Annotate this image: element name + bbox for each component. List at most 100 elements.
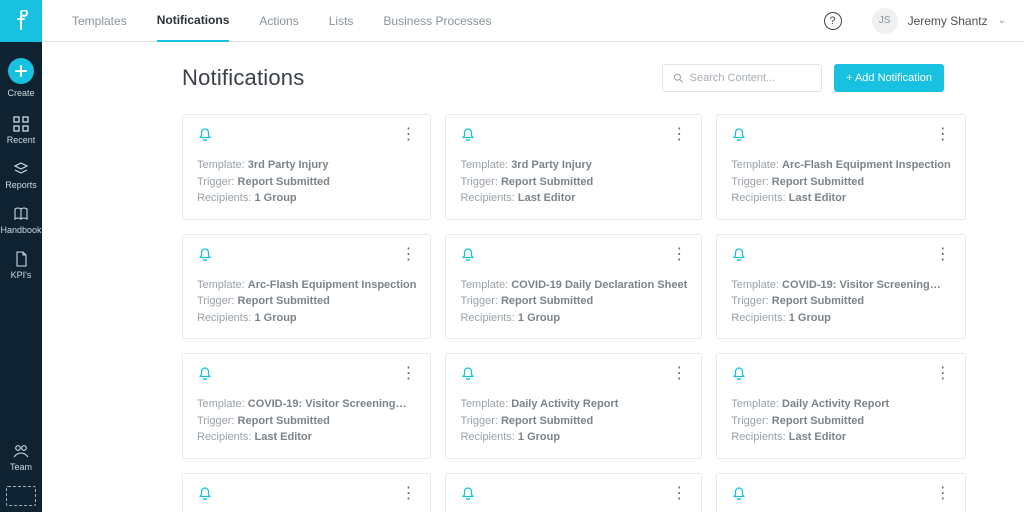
page-title: Notifications [182, 65, 304, 91]
label-trigger: Trigger: [731, 176, 772, 188]
bell-icon [731, 247, 747, 263]
notification-card[interactable]: ⋮Template: 3rd Party InjuryTrigger: Repo… [182, 114, 431, 220]
label-recipients: Recipients: [460, 312, 517, 324]
grid-icon [13, 116, 29, 132]
bell-icon [731, 486, 747, 502]
sidebar-item-recent[interactable]: Recent [7, 108, 36, 153]
label-trigger: Trigger: [460, 415, 501, 427]
bell-icon [197, 127, 213, 143]
sidebar-item-reports[interactable]: Reports [5, 153, 37, 198]
label-template: Template: [197, 279, 248, 291]
help-icon[interactable]: ? [824, 12, 842, 30]
card-recipients: Last Editor [254, 431, 311, 443]
card-trigger: Report Submitted [501, 295, 593, 307]
label-recipients: Recipients: [460, 192, 517, 204]
card-menu-icon[interactable]: ⋮ [935, 489, 951, 499]
card-recipients: Last Editor [789, 431, 846, 443]
content-scroll: Notifications + Add Notification ⋮Templa… [42, 42, 1024, 512]
notification-card[interactable]: ⋮Template: Dangerous SituationTrigger: R… [445, 473, 702, 512]
label-trigger: Trigger: [460, 176, 501, 188]
notification-card[interactable]: ⋮Template: Daily Activity ReportTrigger:… [716, 353, 965, 459]
team-icon [12, 443, 30, 459]
card-recipients: 1 Group [518, 431, 560, 443]
card-recipients: Last Editor [518, 192, 575, 204]
label-template: Template: [197, 398, 248, 410]
card-menu-icon[interactable]: ⋮ [400, 489, 416, 499]
card-menu-icon[interactable]: ⋮ [671, 369, 687, 379]
notification-card[interactable]: ⋮Template: Employee Injury ReportTrigger… [716, 473, 965, 512]
card-menu-icon[interactable]: ⋮ [671, 250, 687, 260]
content-header: Notifications + Add Notification [182, 64, 944, 92]
create-button[interactable] [8, 58, 34, 84]
sidebar-item-handbook[interactable]: Handbook [0, 198, 41, 243]
card-menu-icon[interactable]: ⋮ [400, 130, 416, 140]
notification-card[interactable]: ⋮ Template: 3rd Party Injury Trigger: Repo… [445, 114, 702, 220]
card-menu-icon[interactable]: ⋮ [935, 369, 951, 379]
card-trigger: Report Submitted [772, 295, 864, 307]
card-recipients: 1 Group [518, 312, 560, 324]
search-icon [673, 72, 684, 84]
card-menu-icon[interactable]: ⋮ [935, 130, 951, 140]
brand-logo[interactable] [0, 0, 42, 42]
notification-card[interactable]: ⋮Template: Dangerous SituationTrigger: R… [182, 473, 431, 512]
card-recipients: Last Editor [789, 192, 846, 204]
selection-tool-icon[interactable] [6, 486, 36, 506]
card-recipients: 1 Group [254, 312, 296, 324]
card-recipients: 1 Group [789, 312, 831, 324]
bell-icon [460, 366, 476, 382]
tab-actions[interactable]: Actions [259, 1, 298, 41]
card-trigger: Report Submitted [238, 295, 330, 307]
bell-icon [197, 247, 213, 263]
label-trigger: Trigger: [731, 415, 772, 427]
label-template: Template: [460, 159, 511, 171]
layers-icon [13, 161, 29, 177]
tab-lists[interactable]: Lists [329, 1, 354, 41]
card-template: Daily Activity Report [782, 398, 889, 410]
card-menu-icon[interactable]: ⋮ [671, 489, 687, 499]
card-template: 3rd Party Injury [511, 159, 592, 171]
card-menu-icon[interactable]: ⋮ [935, 250, 951, 260]
book-icon [13, 206, 29, 222]
label-template: Template: [460, 398, 511, 410]
notification-card[interactable]: ⋮Template: Arc-Flash Equipment Inspectio… [716, 114, 965, 220]
sidebar-item-kpis[interactable]: KPI's [11, 243, 32, 288]
notification-card[interactable]: ⋮Template: COVID-19 Daily Declaration Sh… [445, 234, 702, 340]
card-menu-icon[interactable]: ⋮ [400, 369, 416, 379]
card-trigger: Report Submitted [238, 415, 330, 427]
bell-icon [460, 486, 476, 502]
user-menu[interactable]: JS Jeremy Shantz ⌄ [872, 8, 1006, 34]
card-menu-icon[interactable]: ⋮ [671, 130, 687, 140]
tab-templates[interactable]: Templates [72, 1, 127, 41]
label-trigger: Trigger: [197, 295, 238, 307]
card-trigger: Report Submitted [501, 415, 593, 427]
notification-card[interactable]: ⋮Template: COVID-19: Visitor Screening…T… [716, 234, 965, 340]
bell-icon [460, 127, 476, 143]
card-trigger: Report Submitted [238, 176, 330, 188]
card-template: COVID-19 Daily Declaration Sheet [511, 279, 687, 291]
sidebar-create[interactable]: Create [7, 42, 34, 108]
top-tabs: Templates Notifications Actions Lists Bu… [42, 0, 1024, 42]
notification-card[interactable]: ⋮Template: Daily Activity ReportTrigger:… [445, 353, 702, 459]
search-input[interactable] [690, 72, 811, 84]
search-box[interactable] [662, 64, 822, 92]
card-template: Arc-Flash Equipment Inspection [248, 279, 417, 291]
plus-icon [14, 64, 28, 78]
document-icon [13, 251, 29, 267]
label-recipients: Recipients: [197, 192, 254, 204]
sidebar-item-label: KPI's [11, 270, 32, 280]
notification-card[interactable]: ⋮Template: COVID-19: Visitor Screening…T… [182, 353, 431, 459]
label-recipients: Recipients: [731, 312, 788, 324]
add-notification-button[interactable]: + Add Notification [834, 64, 944, 92]
tab-business-processes[interactable]: Business Processes [383, 1, 491, 41]
card-trigger: Report Submitted [501, 176, 593, 188]
tab-notifications[interactable]: Notifications [157, 0, 230, 42]
bell-icon [460, 247, 476, 263]
label-recipients: Recipients: [460, 431, 517, 443]
card-menu-icon[interactable]: ⋮ [400, 250, 416, 260]
sidebar-item-team[interactable]: Team [10, 435, 32, 480]
logo-icon [13, 10, 29, 32]
card-template: Arc-Flash Equipment Inspection [782, 159, 951, 171]
notification-card[interactable]: ⋮ Template: Arc-Flash Equipment Inspectio… [182, 234, 431, 340]
create-label: Create [7, 88, 34, 98]
main-area: Templates Notifications Actions Lists Bu… [42, 0, 1024, 512]
